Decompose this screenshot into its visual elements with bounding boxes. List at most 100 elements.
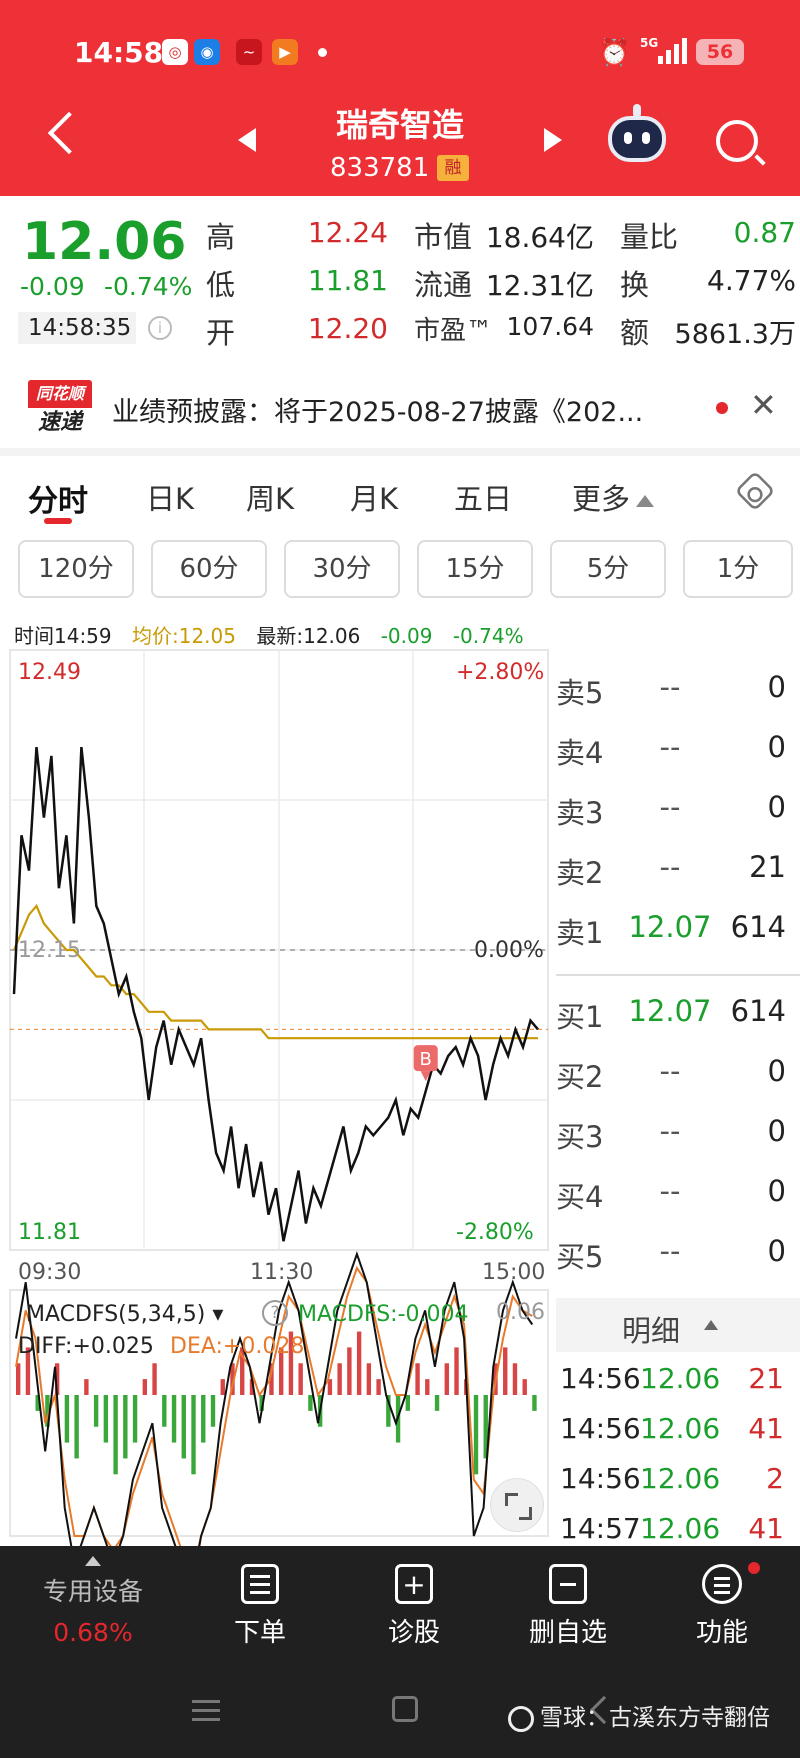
system-nav-bar: 雪球：古溪东方寺翻倍 xyxy=(0,1670,800,1758)
bid-row[interactable]: 买2 -- 0 xyxy=(556,1044,800,1104)
trade-volume: 21 xyxy=(748,1362,784,1395)
bid-row[interactable]: 买4 -- 0 xyxy=(556,1164,800,1224)
trade-row: 14:56 12.06 41 xyxy=(556,1406,800,1456)
macd-bar xyxy=(93,1395,99,1427)
book-level: 卖1 xyxy=(556,916,604,950)
x-tick-close: 15:00 xyxy=(482,1260,546,1285)
macd-bar xyxy=(201,1395,206,1443)
book-volume: 0 xyxy=(767,730,786,764)
recent-apps-icon[interactable] xyxy=(192,1700,220,1703)
macd-bar xyxy=(103,1395,109,1443)
macd-bar xyxy=(162,1395,167,1427)
y-left-bottom: 11.81 xyxy=(18,1220,81,1245)
diff-value: DIFF:+0.025 xyxy=(18,1334,154,1359)
y-right-bottom: -2.80% xyxy=(456,1220,534,1245)
book-price: -- xyxy=(659,730,681,764)
macd-bar xyxy=(181,1395,186,1459)
price-line xyxy=(12,746,539,1242)
macd-bar xyxy=(347,1347,352,1395)
book-volume: 0 xyxy=(767,790,786,824)
book-volume: 0 xyxy=(767,1234,786,1268)
y-right-top: +2.80% xyxy=(456,660,545,685)
remove-watchlist-button[interactable]: 删自选 xyxy=(498,1564,638,1649)
macd-bar xyxy=(191,1395,196,1475)
book-price: -- xyxy=(659,670,681,704)
macd-bar xyxy=(444,1363,449,1395)
trade-time: 14:56 xyxy=(560,1462,641,1495)
order-form-icon xyxy=(241,1564,279,1604)
trade-row: 14:56 12.06 21 xyxy=(556,1356,800,1406)
book-volume: 21 xyxy=(749,850,786,884)
macd-bar xyxy=(356,1331,362,1395)
macd-bar xyxy=(376,1379,381,1395)
book-price: -- xyxy=(659,790,681,824)
bid-row[interactable]: 买1 12.07 614 xyxy=(556,984,800,1044)
trade-time: 14:57 xyxy=(560,1512,641,1545)
bid-row[interactable]: 买5 -- 0 xyxy=(556,1224,800,1284)
book-level: 买5 xyxy=(556,1240,604,1274)
bid-row[interactable]: 买3 -- 0 xyxy=(556,1104,800,1164)
ask-row[interactable]: 卖5 -- 0 xyxy=(556,660,800,720)
book-price: 12.07 xyxy=(628,910,712,944)
diagnose-button[interactable]: 诊股 xyxy=(344,1564,484,1649)
trade-time: 14:56 xyxy=(560,1412,641,1445)
trade-price: 12.06 xyxy=(640,1512,721,1545)
remove-watchlist-label: 删自选 xyxy=(528,1618,607,1648)
macd-bar xyxy=(522,1379,527,1395)
functions-button[interactable]: 功能 xyxy=(652,1564,792,1649)
book-level: 卖4 xyxy=(556,736,604,770)
home-icon[interactable] xyxy=(392,1696,418,1722)
trade-price: 12.06 xyxy=(640,1362,721,1395)
macd-bar xyxy=(532,1395,537,1411)
macd-bar xyxy=(123,1395,128,1459)
avg-price-line xyxy=(12,903,538,1040)
diagnose-label: 诊股 xyxy=(387,1618,440,1648)
y-left-top: 12.49 xyxy=(18,660,81,685)
macdfs-value: MACDFS:-0.004 xyxy=(298,1302,469,1327)
macd-name[interactable]: MACDFS(5,34,5) ▾ xyxy=(26,1302,223,1327)
ask-row[interactable]: 卖4 -- 0 xyxy=(556,720,800,780)
book-level: 买3 xyxy=(556,1120,604,1154)
buy-marker-label: B xyxy=(420,1049,432,1070)
sector-name: 专用设备 xyxy=(42,1577,143,1606)
macd-bar xyxy=(366,1363,372,1395)
macd-bar xyxy=(132,1395,138,1443)
macd-bar xyxy=(434,1395,440,1411)
macd-bar xyxy=(425,1379,430,1395)
trade-price: 12.06 xyxy=(640,1412,721,1445)
help-icon[interactable]: ? xyxy=(262,1300,288,1326)
macd-bar xyxy=(298,1363,303,1395)
order-button[interactable]: 下单 xyxy=(190,1564,330,1649)
book-level: 买1 xyxy=(556,1000,604,1034)
macd-bar xyxy=(64,1395,70,1443)
caret-up-icon xyxy=(85,1556,101,1566)
book-price: -- xyxy=(659,1234,681,1268)
notification-dot-icon xyxy=(748,1562,760,1574)
book-price: -- xyxy=(659,1114,681,1148)
macd-bar xyxy=(113,1395,118,1475)
trade-row: 14:56 12.06 2 xyxy=(556,1456,800,1506)
trade-detail-header[interactable]: 明细 xyxy=(556,1298,800,1352)
book-level: 卖2 xyxy=(556,856,604,890)
macd-scale: 0.06 xyxy=(496,1300,545,1325)
fullscreen-icon[interactable] xyxy=(490,1478,544,1532)
book-volume: 614 xyxy=(730,994,786,1028)
macd-bar xyxy=(512,1363,518,1395)
ask-row[interactable]: 卖1 12.07 614 xyxy=(556,900,800,960)
macd-bar xyxy=(473,1395,479,1475)
macd-bar xyxy=(308,1395,313,1411)
medical-kit-icon xyxy=(395,1564,433,1604)
menu-icon xyxy=(702,1564,742,1604)
macd-bar xyxy=(171,1395,177,1443)
macd-bar xyxy=(405,1395,411,1411)
book-volume: 0 xyxy=(767,1054,786,1088)
watermark: 雪球：古溪东方寺翻倍 xyxy=(508,1698,770,1732)
ask-row[interactable]: 卖3 -- 0 xyxy=(556,780,800,840)
ask-row[interactable]: 卖2 -- 21 xyxy=(556,840,800,900)
bottom-action-bar: 专用设备 0.68% 下单 诊股 删自选 功能 xyxy=(0,1546,800,1670)
book-divider xyxy=(556,974,800,976)
order-label: 下单 xyxy=(233,1618,286,1648)
sector-button[interactable]: 专用设备 0.68% xyxy=(20,1556,166,1647)
book-level: 买4 xyxy=(556,1180,604,1214)
macd-name-text: MACDFS(5,34,5) xyxy=(26,1302,206,1327)
